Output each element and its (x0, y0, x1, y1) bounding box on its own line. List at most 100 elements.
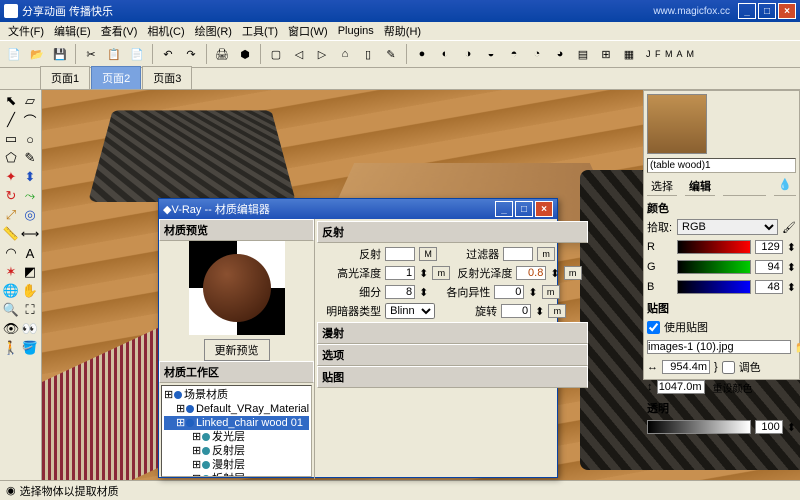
rgloss-map-button[interactable]: m (564, 266, 582, 280)
options-section[interactable]: 选项 (317, 344, 587, 366)
next-icon[interactable]: ▷ (312, 44, 332, 64)
print-icon[interactable]: 🖨 (212, 44, 232, 64)
rect-tool-icon[interactable]: ▭ (2, 130, 20, 148)
reset-color-button[interactable]: 重设颜色 (713, 380, 753, 395)
tree-node[interactable]: ⊞折射层 (164, 472, 309, 477)
model-icon[interactable]: ⬢ (235, 44, 255, 64)
opacity-slider[interactable] (647, 420, 751, 434)
menu-camera[interactable]: 相机(C) (143, 22, 188, 40)
position-cam-icon[interactable]: 👁 (2, 320, 20, 338)
line-tool-icon[interactable]: ╱ (2, 111, 20, 129)
sphere1-icon[interactable]: ● (412, 44, 432, 64)
walk-tool-icon[interactable]: 🚶 (2, 339, 20, 357)
cut-icon[interactable]: ✂ (81, 44, 101, 64)
menu-help[interactable]: 帮助(H) (380, 22, 425, 40)
use-texture-checkbox[interactable] (647, 321, 660, 334)
new-icon[interactable]: 📄 (4, 44, 24, 64)
paste-icon[interactable]: 📄 (127, 44, 147, 64)
reflect-color[interactable] (385, 247, 415, 261)
rot-map-button[interactable]: m (548, 304, 566, 318)
circle-tool-icon[interactable]: ○ (21, 130, 39, 148)
offset-tool-icon[interactable]: ◎ (21, 206, 39, 224)
picker-icon[interactable]: 🖌 (782, 221, 796, 234)
tree-node[interactable]: ⊞Default_VRay_Material (164, 402, 309, 416)
filter-color[interactable] (503, 247, 533, 261)
menu-window[interactable]: 窗口(W) (284, 22, 332, 40)
r-slider[interactable] (677, 240, 751, 254)
tint-checkbox[interactable] (722, 361, 735, 374)
shader-select[interactable]: Blinn (385, 303, 435, 319)
aniso-input[interactable]: 0 (494, 285, 524, 299)
menu-plugins[interactable]: Plugins (334, 24, 378, 38)
sphere3-icon[interactable]: ◑ (458, 44, 478, 64)
material-swatch[interactable] (647, 94, 707, 154)
menu-view[interactable]: 查看(V) (97, 22, 142, 40)
maximize-button[interactable]: □ (758, 3, 776, 19)
pan-tool-icon[interactable]: ✋ (21, 282, 39, 300)
filter-map-button[interactable]: m (537, 247, 555, 261)
update-preview-button[interactable]: 更新预览 (204, 339, 270, 361)
vray-close-button[interactable]: × (535, 201, 553, 217)
menu-tools[interactable]: 工具(T) (238, 22, 282, 40)
redo-icon[interactable]: ↷ (181, 44, 201, 64)
tree-node[interactable]: ⊞Linked_chair wood 01 (164, 416, 309, 430)
home-icon[interactable]: ⌂ (335, 44, 355, 64)
rotate-tool-icon[interactable]: ↻ (2, 187, 20, 205)
poly-tool-icon[interactable]: ⬠ (2, 149, 20, 167)
eraser-tool-icon[interactable]: ▱ (21, 92, 39, 110)
close-button[interactable]: × (778, 3, 796, 19)
mat-tab-edit[interactable]: 编辑 (685, 177, 715, 196)
outliner-icon[interactable]: ▦ (619, 44, 639, 64)
zoom-tool-icon[interactable]: 🔍 (2, 301, 20, 319)
material-tree[interactable]: ⊞场景材质⊞Default_VRay_Material⊞Linked_chair… (161, 385, 312, 477)
sphere5-icon[interactable]: ◓ (504, 44, 524, 64)
mat-tab-select[interactable]: 选择 (647, 177, 677, 196)
scale-tool-icon[interactable]: ⤢ (2, 206, 20, 224)
tab-page2[interactable]: 页面2 (91, 66, 141, 89)
sphere7-icon[interactable]: ◕ (550, 44, 570, 64)
axes-tool-icon[interactable]: ✶ (2, 263, 20, 281)
follow-tool-icon[interactable]: ⤳ (21, 187, 39, 205)
select-tool-icon[interactable]: ⬉ (2, 92, 20, 110)
layers-icon[interactable]: ▤ (573, 44, 593, 64)
undo-icon[interactable]: ↶ (158, 44, 178, 64)
vray-minimize-button[interactable]: _ (495, 201, 513, 217)
look-tool-icon[interactable]: 👀 (21, 320, 39, 338)
text-tool-icon[interactable]: A (21, 244, 39, 262)
move-tool-icon[interactable]: ✦ (2, 168, 20, 186)
vray-maximize-button[interactable]: □ (515, 201, 533, 217)
orbit-tool-icon[interactable]: 🌐 (2, 282, 20, 300)
sphere4-icon[interactable]: ◒ (481, 44, 501, 64)
aniso-map-button[interactable]: m (542, 285, 560, 299)
copy-icon[interactable]: 📋 (104, 44, 124, 64)
tab-page1[interactable]: 页面1 (40, 66, 90, 89)
save-icon[interactable]: 💾 (50, 44, 70, 64)
reflect-section[interactable]: 反射 (317, 221, 587, 243)
b-slider[interactable] (677, 280, 751, 294)
color-mode-select[interactable]: RGB (677, 219, 778, 235)
prev-icon[interactable]: ◁ (289, 44, 309, 64)
subdiv-input[interactable]: 8 (385, 285, 415, 299)
box-icon[interactable]: ▢ (266, 44, 286, 64)
page-icon[interactable]: ▯ (358, 44, 378, 64)
hilight-gloss-input[interactable]: 1 (385, 266, 415, 280)
tree-node[interactable]: ⊞反射层 (164, 444, 309, 458)
sphere2-icon[interactable]: ◐ (435, 44, 455, 64)
minimize-button[interactable]: _ (738, 3, 756, 19)
tree-node[interactable]: ⊞漫射层 (164, 458, 309, 472)
tab-page3[interactable]: 页面3 (142, 66, 192, 89)
menu-draw[interactable]: 绘图(R) (191, 22, 236, 40)
arc-tool-icon[interactable]: ⌒ (21, 111, 39, 129)
sphere6-icon[interactable]: ◔ (527, 44, 547, 64)
section-tool-icon[interactable]: ◩ (21, 263, 39, 281)
reflect-map-button[interactable]: M (419, 247, 437, 261)
protractor-tool-icon[interactable]: ◠ (2, 244, 20, 262)
maps-section[interactable]: 贴图 (317, 366, 587, 388)
open-icon[interactable]: 📂 (27, 44, 47, 64)
reflect-gloss-input[interactable]: 0.8 (516, 266, 546, 280)
diffuse-section[interactable]: 漫射 (317, 322, 587, 344)
tree-node[interactable]: ⊞场景材质 (164, 388, 309, 402)
freehand-tool-icon[interactable]: ✎ (21, 149, 39, 167)
browse-icon[interactable]: 📁 (795, 341, 800, 354)
g-slider[interactable] (677, 260, 751, 274)
